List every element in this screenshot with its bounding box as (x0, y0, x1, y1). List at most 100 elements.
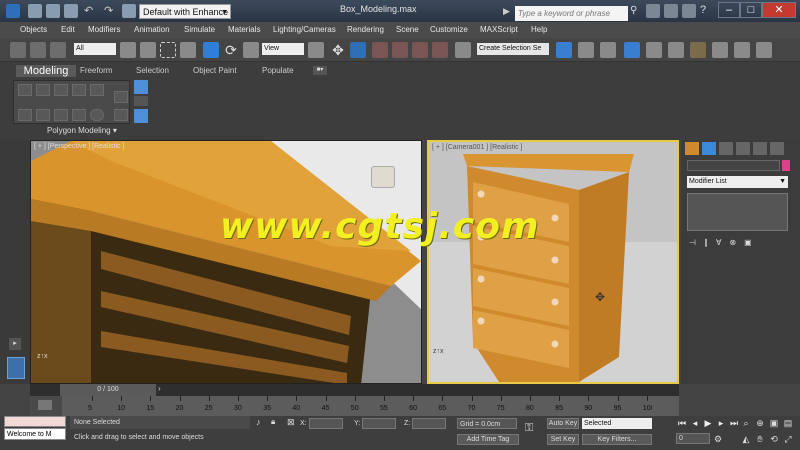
modify-tab-icon[interactable] (702, 142, 716, 155)
menu-scene[interactable]: Scene (396, 25, 419, 34)
window-crossing-icon[interactable] (180, 42, 196, 58)
perspective-viewport[interactable]: [ + ] [Perspective ] [Realistic ] z↑x (30, 140, 422, 384)
select-by-name-icon[interactable] (140, 42, 156, 58)
material-editor-icon[interactable] (690, 42, 706, 58)
selection-filter-select[interactable]: All (74, 43, 116, 55)
lock-selection-icon[interactable]: 🔒︎ (271, 417, 275, 427)
help-icon[interactable]: ? (700, 4, 706, 16)
search-icon[interactable]: ⚲ (630, 5, 637, 16)
set-key-button[interactable]: Set Key (547, 434, 579, 445)
time-slider-thumb[interactable]: 0 / 100 (60, 384, 156, 396)
snap-toggle-icon[interactable] (372, 42, 388, 58)
named-selection-select[interactable]: Create Selection Se (477, 43, 549, 55)
rotate-icon[interactable]: ⟳ (223, 42, 239, 58)
schematic-view-icon[interactable] (668, 42, 684, 58)
add-time-tag-button[interactable]: Add Time Tag (457, 434, 519, 445)
time-config-icon[interactable]: ⚙ (712, 433, 724, 445)
search-arrow-icon[interactable]: ▶ (503, 6, 510, 17)
menu-rendering[interactable]: Rendering (347, 25, 384, 34)
search-input[interactable]: Type a keyword or phrase (515, 6, 628, 21)
go-to-end-icon[interactable]: ⏭ (728, 417, 740, 429)
ribbon-tab-selection[interactable]: Selection (136, 66, 169, 78)
bind-space-warp-icon[interactable] (50, 42, 66, 58)
stack-tools-icons[interactable]: ⊣∥∀⊗▣ (689, 238, 760, 247)
maxscript-listener-input[interactable] (4, 416, 66, 427)
maximize-viewport-icon[interactable]: ⤢ (782, 433, 794, 445)
new-file-icon[interactable] (28, 4, 42, 18)
modifier-stack[interactable] (687, 193, 788, 231)
menu-help[interactable]: Help (531, 25, 547, 34)
close-button[interactable]: ✕ (762, 2, 796, 18)
render-production-icon[interactable] (756, 42, 772, 58)
create-tab-icon[interactable] (685, 142, 699, 155)
next-frame-icon[interactable]: › (158, 384, 161, 393)
utilities-tab-icon[interactable] (770, 142, 784, 155)
motion-tab-icon[interactable] (736, 142, 750, 155)
modifier-list-select[interactable]: Modifier List ▼ (687, 176, 788, 188)
key-mode-select[interactable]: Selected (582, 418, 652, 429)
project-folder-icon[interactable] (122, 4, 136, 18)
go-to-start-icon[interactable]: ⏮ (676, 417, 688, 429)
ribbon-tool-1-icon[interactable] (18, 109, 32, 121)
maxscript-listener[interactable]: Welcome to M (4, 428, 66, 440)
menu-customize[interactable]: Customize (430, 25, 468, 34)
viewport-layout-icon[interactable] (7, 357, 25, 379)
ribbon-tool-2-icon[interactable] (36, 109, 50, 121)
angle-snap-icon[interactable] (392, 42, 408, 58)
ribbon-pin-icon[interactable] (134, 80, 148, 94)
menu-simulate[interactable]: Simulate (184, 25, 215, 34)
scale-icon[interactable] (243, 42, 259, 58)
menu-lighting-cameras[interactable]: Lighting/Cameras (273, 25, 336, 34)
ribbon-tab-modeling[interactable]: Modeling (16, 65, 76, 77)
zoom-extents-icon[interactable]: ▣ (768, 417, 780, 429)
ribbon-settings-icon[interactable] (134, 109, 148, 123)
communication-icon[interactable] (664, 4, 678, 18)
ribbon-tool-7-icon[interactable] (114, 109, 128, 121)
camera-viewport-label[interactable]: [ + ] [Camera001 ] [Realistic ] (432, 144, 522, 151)
menu-materials[interactable]: Materials (228, 25, 260, 34)
save-file-icon[interactable] (64, 4, 78, 18)
ribbon-element-icon[interactable] (90, 84, 104, 96)
object-color-swatch[interactable] (782, 160, 790, 171)
scene-explorer-icon[interactable] (624, 42, 640, 58)
render-setup-icon[interactable] (712, 42, 728, 58)
ribbon-expand-icon[interactable] (134, 96, 148, 106)
rendered-frame-icon[interactable] (734, 42, 750, 58)
previous-frame-icon[interactable]: ◂ (689, 417, 701, 429)
spinner-snap-icon[interactable] (432, 42, 448, 58)
menu-objects[interactable]: Objects (20, 25, 47, 34)
mirror-icon[interactable] (556, 42, 572, 58)
time-slider[interactable]: 0 / 100 › (30, 384, 679, 396)
app-logo-icon[interactable] (6, 4, 20, 18)
viewcube-icon[interactable] (371, 166, 395, 188)
camera-viewport[interactable]: [ + ] [Camera001 ] [Realistic ] ✥ z↑x (427, 140, 679, 384)
hierarchy-tab-icon[interactable] (719, 142, 733, 155)
menu-edit[interactable]: Edit (61, 25, 75, 34)
orbit-icon[interactable]: ⟲ (768, 433, 780, 445)
edit-named-selection-icon[interactable] (455, 42, 471, 58)
track-bar[interactable]: 5 10 15 20 25 30 35 40 45 50 55 60 65 70 75 80 85 90 95 100 (62, 396, 654, 416)
mini-curve-editor-icon[interactable] (38, 400, 52, 410)
pivot-center-icon[interactable] (308, 42, 324, 58)
zoom-extents-all-icon[interactable]: ▤ (782, 417, 794, 429)
select-manipulate-icon[interactable]: ✥ (330, 42, 346, 58)
curve-editor-icon[interactable] (646, 42, 662, 58)
ribbon-edge-icon[interactable] (36, 84, 50, 96)
ribbon-tool-6-icon[interactable] (114, 91, 128, 103)
display-tab-icon[interactable] (753, 142, 767, 155)
percent-snap-icon[interactable] (412, 42, 428, 58)
subscription-icon[interactable] (646, 4, 660, 18)
zoom-all-icon[interactable]: ⊕ (754, 417, 766, 429)
menu-animation[interactable]: Animation (134, 25, 170, 34)
key-filters-button[interactable]: Key Filters... (582, 434, 652, 445)
maximize-button[interactable]: □ (740, 2, 762, 18)
ribbon-polygon-icon[interactable] (72, 84, 86, 96)
minimize-button[interactable]: – (718, 2, 740, 18)
link-icon[interactable] (10, 42, 26, 58)
ribbon-border-icon[interactable] (54, 84, 68, 96)
align-icon[interactable] (578, 42, 594, 58)
zoom-icon[interactable]: ⌕ (740, 417, 752, 429)
z-coordinate-field[interactable] (412, 418, 446, 429)
ribbon-tab-freeform[interactable]: Freeform (80, 66, 112, 78)
set-key-icon[interactable]: ⚿ (525, 422, 533, 435)
